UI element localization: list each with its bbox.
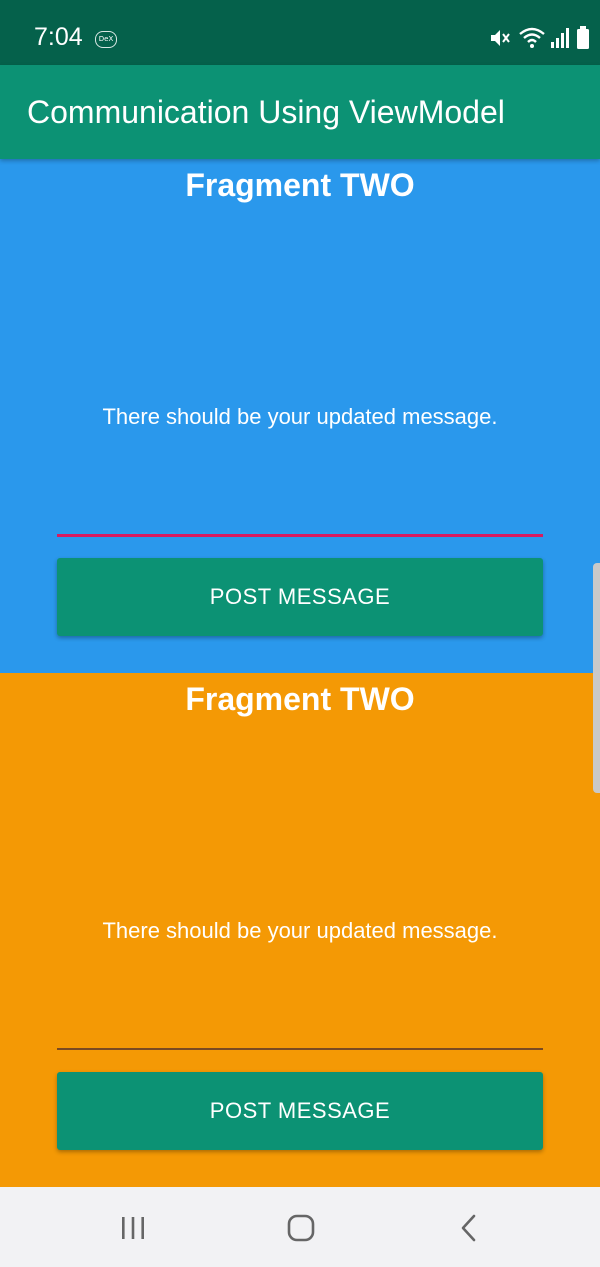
fragment-message: There should be your updated message. (102, 404, 498, 429)
fragment-title: Fragment TWO (185, 681, 415, 717)
edge-panel-handle[interactable] (593, 563, 600, 793)
home-button[interactable] (284, 1211, 318, 1245)
app-title: Communication Using ViewModel (27, 94, 505, 130)
post-message-button[interactable]: POST MESSAGE (57, 1072, 543, 1150)
back-button[interactable] (452, 1211, 486, 1245)
status-time: 7:04 (34, 23, 83, 51)
app-bar: Communication Using ViewModel (0, 65, 600, 159)
back-icon (461, 1214, 476, 1242)
home-icon (287, 1214, 315, 1242)
battery-icon (577, 26, 589, 49)
fragment-title: Fragment TWO (185, 167, 415, 203)
post-message-button[interactable]: POST MESSAGE (57, 558, 543, 636)
status-bar: 7:04 DeX (0, 0, 600, 65)
dex-badge: DeX (95, 31, 117, 48)
message-input[interactable] (57, 494, 543, 537)
fragment-message: There should be your updated message. (102, 918, 498, 943)
recents-icon (122, 1217, 144, 1239)
message-input[interactable] (57, 1008, 543, 1050)
wifi-icon (519, 27, 545, 48)
fragment-one: Fragment TWO There should be your update… (0, 159, 600, 673)
recents-button[interactable] (116, 1211, 150, 1245)
navigation-bar (0, 1187, 600, 1267)
signal-icon (551, 28, 569, 48)
fragment-two: Fragment TWO There should be your update… (0, 673, 600, 1187)
mute-icon (491, 30, 510, 46)
